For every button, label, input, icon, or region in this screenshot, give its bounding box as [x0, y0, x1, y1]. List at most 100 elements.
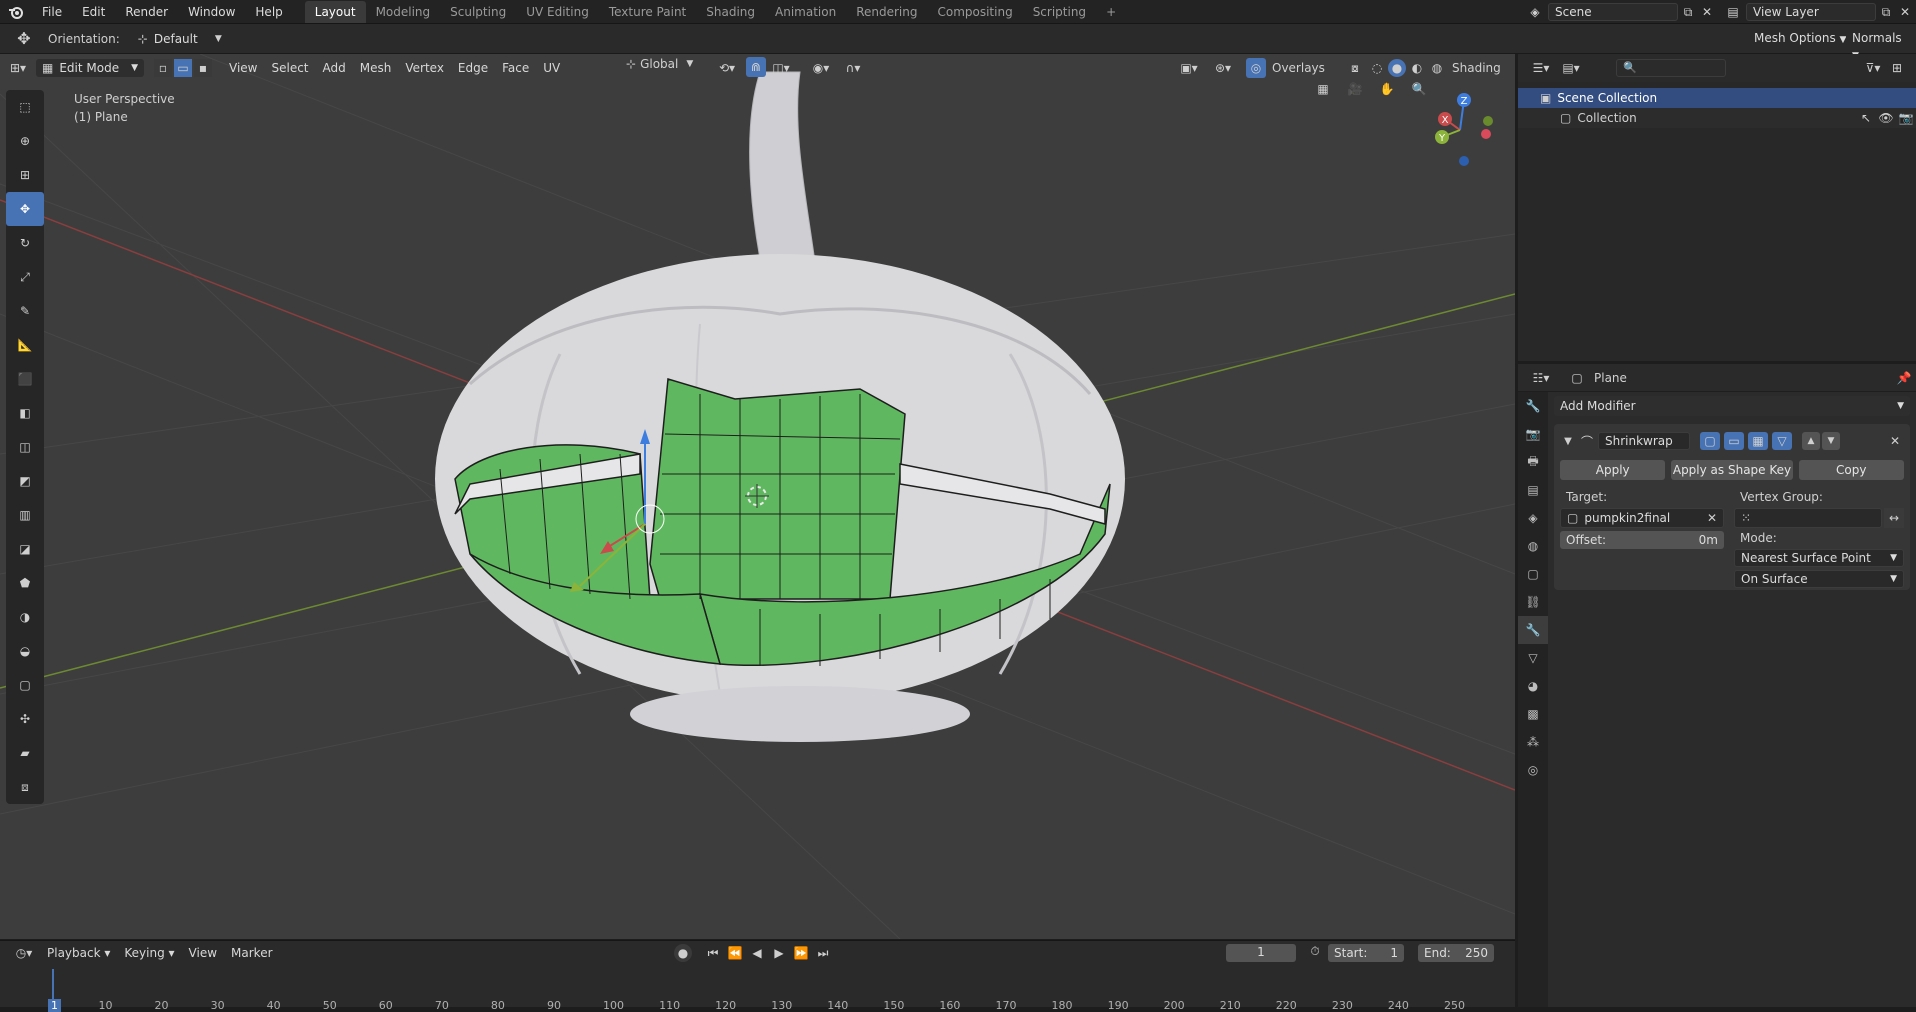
annotate-tool[interactable]: ✎ — [6, 294, 44, 328]
tab-scene[interactable]: ◈ — [1518, 504, 1548, 532]
material-shading-icon[interactable]: ◐ — [1408, 59, 1426, 77]
mode-dropdown-field[interactable]: Nearest Surface Point ▼ — [1734, 549, 1904, 567]
outliner-row-scene-collection[interactable]: ▣ Scene Collection — [1518, 88, 1916, 108]
render-toggle-icon[interactable]: ▦ — [1748, 432, 1768, 450]
properties-editor-icon[interactable]: ☷▾ — [1526, 371, 1556, 385]
shear-tool[interactable]: ▰ — [6, 736, 44, 770]
scale-tool[interactable]: ⤢ — [6, 260, 44, 294]
viewport-scene[interactable] — [0, 54, 1515, 939]
delete-view-layer-icon[interactable]: ✕ — [1896, 5, 1914, 19]
select-box-tool[interactable]: ⬚ — [6, 90, 44, 124]
visibility-eye-icon[interactable]: 👁 — [1876, 111, 1896, 125]
tab-texture[interactable]: ▩ — [1518, 700, 1548, 728]
rip-tool[interactable]: ⧈ — [6, 770, 44, 804]
move-down-icon[interactable]: ▼ — [1822, 432, 1840, 450]
remove-modifier-icon[interactable]: ✕ — [1886, 434, 1904, 448]
tab-compositing[interactable]: Compositing — [927, 1, 1022, 23]
menu-window[interactable]: Window — [178, 0, 245, 24]
outliner-search-input[interactable]: 🔍 — [1616, 59, 1726, 77]
tab-uv-editing[interactable]: UV Editing — [516, 1, 599, 23]
add-modifier-dropdown[interactable]: Add Modifier ▼ — [1554, 396, 1910, 416]
3d-viewport[interactable]: User Perspective (1) Plane ▦ 🎥 ✋ 🔍 Z X Y… — [0, 54, 1515, 939]
add-workspace-button[interactable]: + — [1096, 1, 1126, 23]
select-toggle-icon[interactable]: ↖ — [1856, 111, 1876, 125]
cage-toggle-icon[interactable]: ▽ — [1772, 432, 1792, 450]
tab-constraints[interactable]: ⛓ — [1518, 588, 1548, 616]
add-cube-tool[interactable]: ⬛ — [6, 362, 44, 396]
menu-add[interactable]: Add — [316, 57, 353, 79]
offset-field[interactable]: Offset: 0m — [1560, 531, 1724, 549]
tab-data[interactable]: ▽ — [1518, 644, 1548, 672]
inset-tool[interactable]: ◫ — [6, 430, 44, 464]
menu-face[interactable]: Face — [495, 57, 536, 79]
neg-y-handle[interactable] — [1483, 116, 1493, 126]
shrink-fatten-tool[interactable]: ✣ — [6, 702, 44, 736]
proportional-edit-icon[interactable]: ◉▾ — [808, 57, 834, 79]
new-collection-icon[interactable]: ⊞ — [1886, 61, 1908, 75]
copy-button[interactable]: Copy — [1798, 460, 1904, 480]
menu-edit[interactable]: Edit — [72, 0, 115, 24]
normals-dropdown[interactable]: Normals ▼ — [1846, 30, 1916, 61]
view-layer-icon[interactable]: ▤ — [1720, 5, 1746, 19]
invert-vertex-group-icon[interactable]: ↔ — [1884, 508, 1904, 528]
wireframe-shading-icon[interactable]: ◌ — [1368, 59, 1386, 77]
tab-output[interactable]: 🖶 — [1518, 448, 1548, 476]
knife-tool[interactable]: ◪ — [6, 532, 44, 566]
tab-view-layer[interactable]: ▤ — [1518, 476, 1548, 504]
snap-toggle-icon[interactable]: ⋒ — [746, 57, 766, 77]
display-mode-icon[interactable]: ▤▾ — [1556, 61, 1586, 75]
new-view-layer-icon[interactable]: ⧉ — [1876, 5, 1896, 20]
poly-build-tool[interactable]: ⬟ — [6, 566, 44, 600]
collapse-arrow-icon[interactable]: ▼ — [1560, 436, 1576, 447]
render-camera-icon[interactable]: 📷 — [1896, 111, 1916, 125]
clear-target-icon[interactable]: ✕ — [1707, 510, 1717, 526]
modifier-name-field[interactable]: Shrinkwrap — [1598, 432, 1690, 450]
solid-shading-icon[interactable]: ● — [1388, 59, 1406, 77]
tab-sculpting[interactable]: Sculpting — [440, 1, 516, 23]
tab-rendering[interactable]: Rendering — [846, 1, 927, 23]
rendered-shading-icon[interactable]: ◍ — [1428, 59, 1446, 77]
blender-logo-icon[interactable] — [0, 0, 32, 24]
gizmo-toggle-icon[interactable]: ⊛▾ — [1208, 57, 1238, 79]
tab-scripting[interactable]: Scripting — [1023, 1, 1096, 23]
vertex-select-icon[interactable]: ▫ — [154, 59, 172, 77]
loop-cut-tool[interactable]: ▥ — [6, 498, 44, 532]
scene-icon[interactable]: ◈ — [1522, 5, 1548, 19]
axis-gizmo[interactable]: Z X Y — [1420, 90, 1500, 170]
mode-dropdown[interactable]: ▦ Edit Mode ▼ — [36, 59, 144, 77]
pin-icon[interactable]: 📌 — [1892, 371, 1916, 385]
tab-object[interactable]: ▢ — [1518, 560, 1548, 588]
tab-shading[interactable]: Shading — [696, 1, 765, 23]
overlays-dropdown[interactable]: Overlays — [1272, 61, 1325, 75]
tab-modifiers[interactable]: 🔧 — [1518, 616, 1548, 644]
cursor-tool[interactable]: ⊕ — [6, 124, 44, 158]
shading-dropdown[interactable]: Shading — [1452, 61, 1501, 75]
editor-type-icon[interactable]: ⊞▾ — [0, 61, 36, 75]
tab-modeling[interactable]: Modeling — [366, 1, 441, 23]
rotate-tool[interactable]: ↻ — [6, 226, 44, 260]
view-layer-field[interactable]: View Layer — [1746, 3, 1876, 21]
scene-field[interactable]: Scene — [1548, 3, 1678, 21]
menu-select[interactable]: Select — [264, 57, 315, 79]
menu-uv[interactable]: UV — [536, 57, 567, 79]
neg-z-handle[interactable] — [1459, 156, 1469, 166]
menu-file[interactable]: File — [32, 0, 72, 24]
tab-render[interactable]: 📷 — [1518, 420, 1548, 448]
object-types-icon[interactable]: ▣▾ — [1174, 57, 1204, 79]
snap-mode-dropdown[interactable]: On Surface ▼ — [1734, 570, 1904, 588]
measure-tool[interactable]: 📐 — [6, 328, 44, 362]
timeline-ruler[interactable]: 1 10 20 30 40 50 60 70 80 90 100 110 120 130 140 150 160… — [0, 941, 1515, 1012]
xray-toggle-icon[interactable]: ⧇ — [1344, 57, 1366, 79]
tab-tool[interactable]: 🔧 — [1518, 392, 1548, 420]
target-field[interactable]: ▢ pumpkin2final ✕ — [1560, 508, 1724, 528]
smooth-tool[interactable]: ◒ — [6, 634, 44, 668]
new-scene-icon[interactable]: ⧉ — [1678, 5, 1698, 20]
move-tool-icon[interactable]: ✥ — [0, 29, 48, 48]
move-up-icon[interactable]: ▲ — [1802, 432, 1820, 450]
menu-edge[interactable]: Edge — [451, 57, 495, 79]
menu-mesh[interactable]: Mesh — [353, 57, 399, 79]
outliner-row-collection[interactable]: ▢ Collection ↖ 👁 📷 — [1518, 108, 1916, 128]
bevel-tool[interactable]: ◩ — [6, 464, 44, 498]
orientation-dropdown[interactable]: ⊹ Default ▼ — [131, 29, 228, 48]
extrude-tool[interactable]: ◧ — [6, 396, 44, 430]
